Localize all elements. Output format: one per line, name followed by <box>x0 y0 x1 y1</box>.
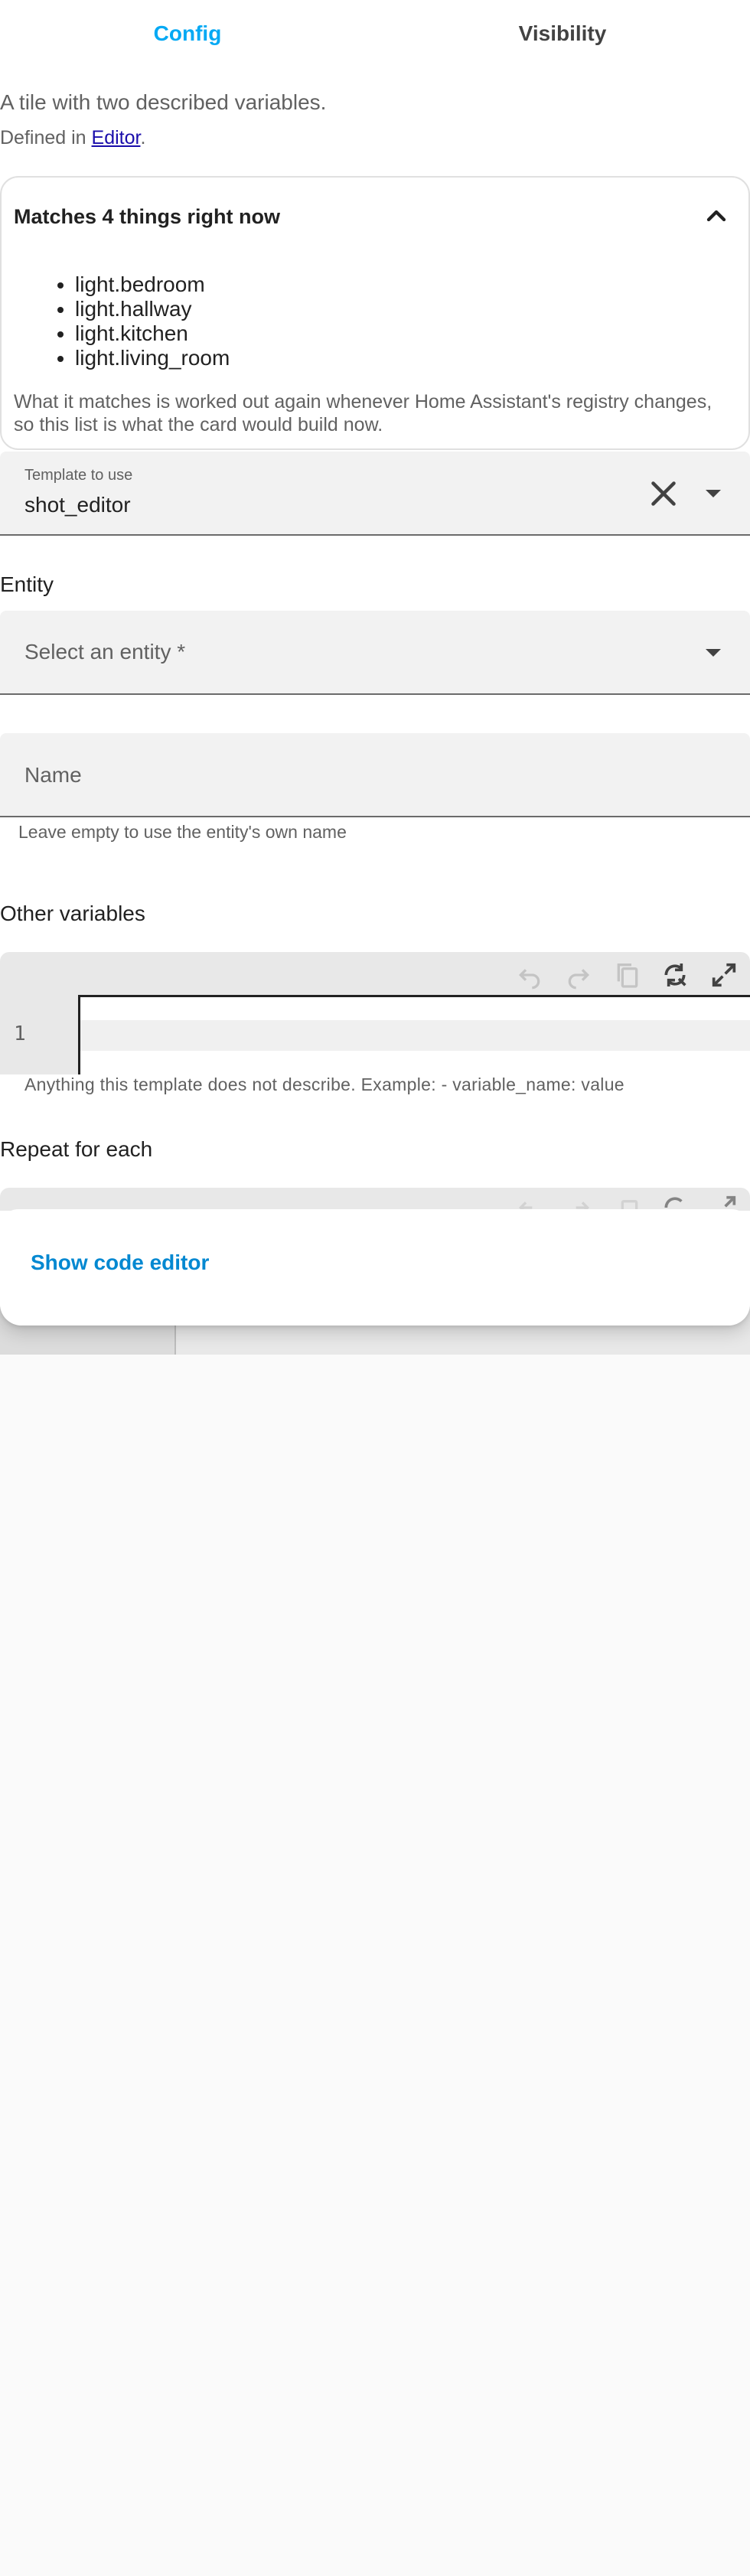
entity-placeholder: Select an entity * <box>24 640 186 664</box>
name-input[interactable] <box>24 756 713 794</box>
active-line <box>80 1020 750 1051</box>
chevron-up-icon[interactable] <box>701 201 732 231</box>
tab-config[interactable]: Config <box>0 0 375 67</box>
repeat-heading: Repeat for each <box>0 1137 153 1161</box>
list-item: light.kitchen <box>75 321 230 346</box>
entity-heading: Entity <box>0 572 54 596</box>
template-description: A tile with two described variables. <box>0 90 327 114</box>
list-item: light.living_room <box>75 346 230 370</box>
matches-list: light.bedroom light.hallway light.kitche… <box>75 272 230 370</box>
line-gutter: 1 <box>0 995 78 1074</box>
card-editor-dialog: Config Visibility A tile with two descri… <box>0 0 750 1325</box>
matches-panel: Matches 4 things right now light.bedroom… <box>0 176 750 450</box>
close-icon[interactable] <box>643 473 684 514</box>
fullscreen-icon[interactable] <box>709 1192 739 1211</box>
dialog-footer: Show code editor <box>0 1209 750 1325</box>
other-variables-code-editor: 1 <box>0 952 750 1074</box>
other-variables-helper: Anything this template does not describe… <box>24 1074 624 1094</box>
redo-icon[interactable] <box>563 1192 594 1211</box>
dropdown-arrow-icon[interactable] <box>698 482 729 505</box>
defined-in-prefix: Defined in <box>0 127 92 148</box>
copy-icon[interactable] <box>612 1192 643 1211</box>
template-select-value: shot_editor <box>24 493 131 517</box>
defined-in-text: Defined in Editor. <box>0 127 145 149</box>
defined-in-suffix: . <box>140 127 146 148</box>
repeat-code-editor <box>0 1188 750 1211</box>
template-select[interactable]: Template to use shot_editor <box>0 452 750 536</box>
name-helper-text: Leave empty to use the entity's own name <box>18 822 347 842</box>
tab-bar: Config Visibility <box>0 0 750 67</box>
list-item: light.bedroom <box>75 272 230 297</box>
tab-visibility[interactable]: Visibility <box>375 0 750 67</box>
code-toolbar <box>0 952 750 995</box>
dropdown-arrow-icon[interactable] <box>698 641 729 664</box>
copy-icon[interactable] <box>612 960 643 990</box>
matches-title: Matches 4 things right now <box>14 205 281 228</box>
fullscreen-icon[interactable] <box>709 960 739 990</box>
matches-note: What it matches is worked out again when… <box>14 391 712 435</box>
redo-icon[interactable] <box>563 960 594 990</box>
list-item: light.hallway <box>75 297 230 321</box>
refresh-icon[interactable] <box>660 960 690 990</box>
undo-icon[interactable] <box>514 1192 545 1211</box>
show-code-editor-button[interactable]: Show code editor <box>31 1251 209 1275</box>
code-input-area[interactable] <box>78 995 750 1074</box>
template-select-label: Template to use <box>24 467 133 484</box>
entity-picker[interactable]: Select an entity * <box>0 611 750 695</box>
undo-icon[interactable] <box>514 960 545 990</box>
line-number: 1 <box>14 1022 26 1045</box>
name-field-container <box>0 733 750 817</box>
editor-link[interactable]: Editor <box>92 127 141 148</box>
refresh-icon[interactable] <box>660 1192 690 1211</box>
other-variables-heading: Other variables <box>0 902 145 925</box>
